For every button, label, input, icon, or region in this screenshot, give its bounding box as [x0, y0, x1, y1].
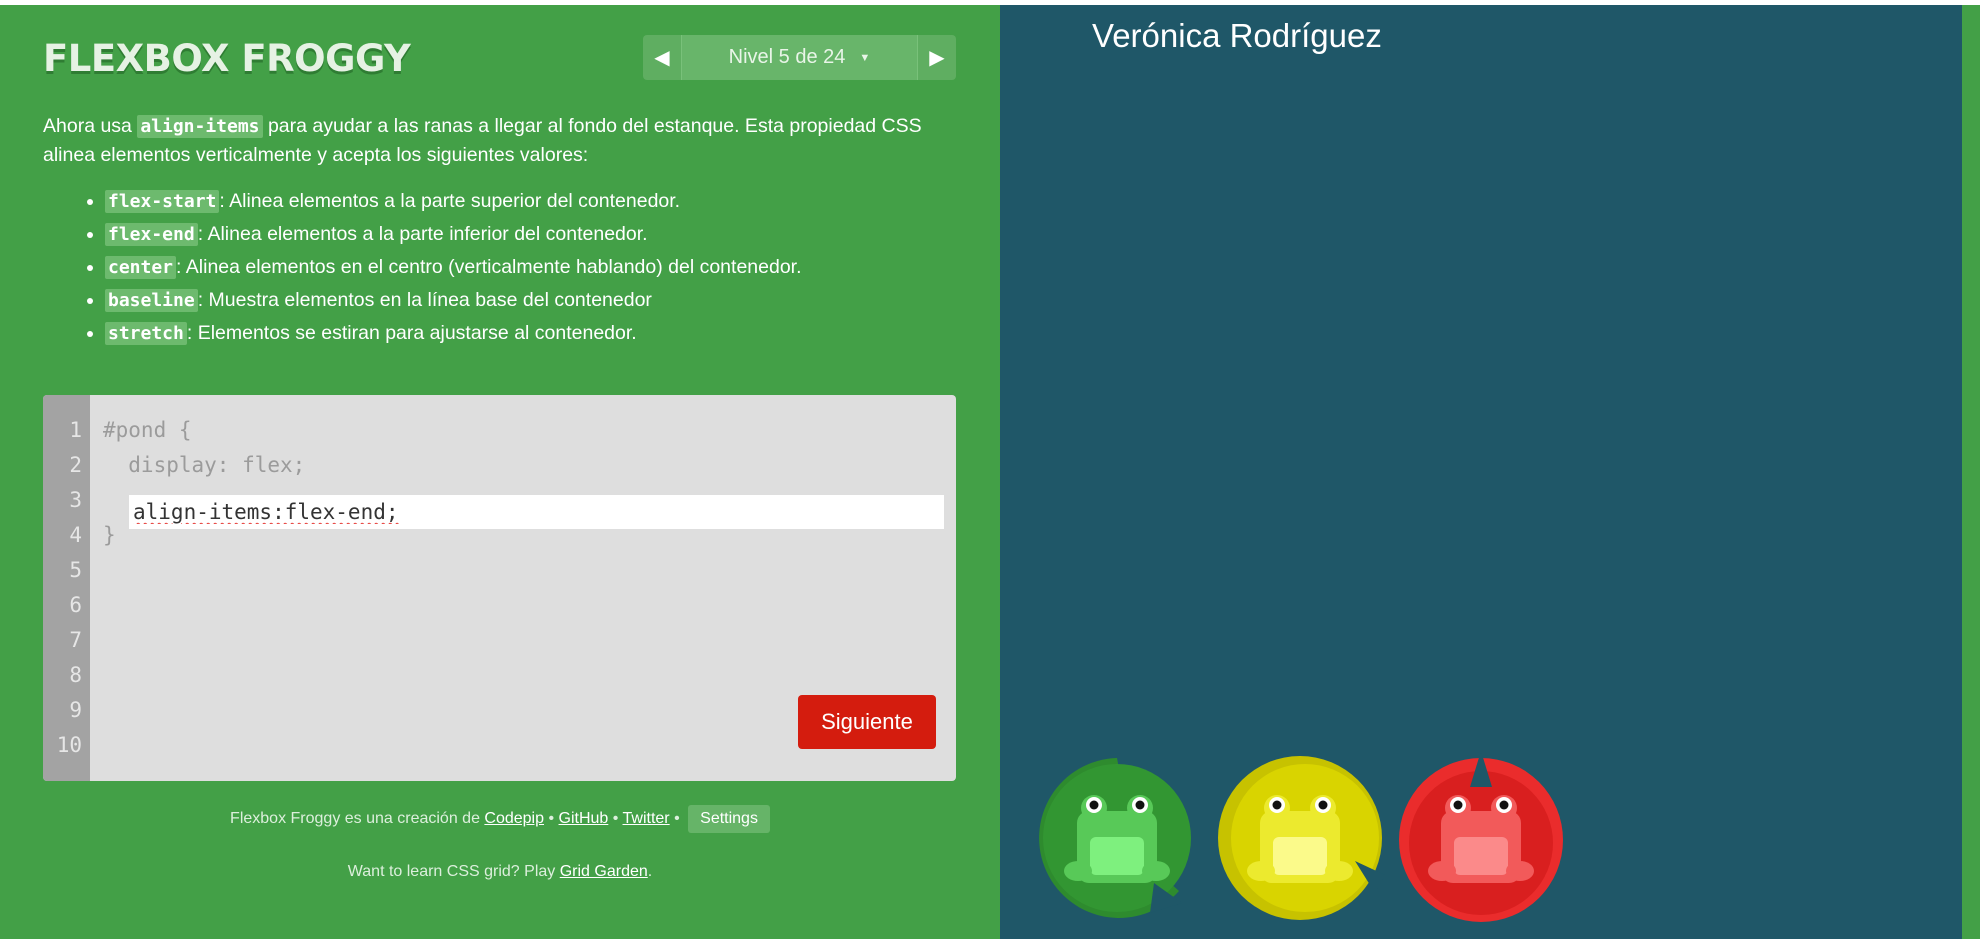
value-code: stretch — [105, 322, 187, 345]
level-navigation: ◀ Nivel 5 de 24 ▼ ▶ — [643, 35, 956, 80]
separator: • — [544, 810, 559, 827]
line-number: 4 — [69, 523, 82, 547]
previous-level-button[interactable]: ◀ — [643, 35, 682, 80]
code-area: #pond { display: flex; } — [103, 413, 944, 553]
code-line-display: display: flex; — [103, 453, 306, 477]
yellow-frog-lilypad — [1218, 756, 1385, 920]
credits-text: Flexbox Froggy es una creación de — [230, 810, 485, 827]
github-link[interactable]: GitHub — [559, 810, 609, 827]
value-description: : Muestra elementos en la línea base del… — [197, 289, 652, 311]
sidebar: FLEXBOX FROGGY ◀ Nivel 5 de 24 ▼ ▶ Ahora… — [0, 5, 1000, 939]
grid-garden-link[interactable]: Grid Garden — [560, 863, 648, 880]
window-edge — [1962, 5, 1980, 939]
grid-garden-suffix: . — [647, 863, 653, 880]
red-frog-lilypad — [1399, 753, 1563, 922]
separator: • — [608, 810, 623, 827]
dropdown-caret-icon: ▼ — [859, 51, 871, 64]
app-window: FLEXBOX FROGGY ◀ Nivel 5 de 24 ▼ ▶ Ahora… — [0, 5, 1980, 939]
value-description: : Alinea elementos en el centro (vertica… — [176, 256, 802, 278]
value-code: flex-start — [105, 190, 220, 213]
triangle-right-icon: ▶ — [929, 47, 945, 69]
list-item: center: Alinea elementos en el centro (v… — [105, 251, 963, 284]
line-number: 7 — [69, 628, 82, 652]
separator: • — [669, 810, 685, 827]
property-code: align-items — [137, 115, 263, 138]
footer-grid-garden: Want to learn CSS grid? Play Grid Garden… — [0, 863, 1000, 881]
list-item: flex-end: Alinea elementos a la parte in… — [105, 218, 963, 251]
level-selector[interactable]: Nivel 5 de 24 ▼ — [682, 35, 917, 80]
code-input-row — [129, 495, 944, 529]
line-number: 3 — [69, 488, 82, 512]
value-description: : Alinea elementos a la parte superior d… — [219, 190, 681, 212]
list-item: stretch: Elementos se estiran para ajust… — [105, 317, 963, 350]
twitter-link[interactable]: Twitter — [623, 810, 670, 827]
value-code: center — [105, 256, 177, 279]
list-item: baseline: Muestra elementos en la línea … — [105, 284, 963, 317]
value-code: baseline — [105, 289, 198, 312]
code-line-selector: #pond { — [103, 418, 192, 442]
values-list: flex-start: Alinea elementos a la parte … — [43, 185, 963, 350]
author-name: Verónica Rodríguez — [1092, 17, 1382, 54]
line-number-gutter: 1 2 3 4 5 6 7 8 9 10 — [43, 395, 90, 781]
value-code: flex-end — [105, 223, 198, 246]
value-description: : Alinea elementos a la parte inferior d… — [197, 223, 648, 245]
green-frog-lilypad — [1039, 758, 1191, 918]
instructions-intro: Ahora usa align-items para ayudar a las … — [43, 112, 963, 169]
codepip-link[interactable]: Codepip — [484, 810, 544, 827]
line-number: 1 — [69, 418, 82, 442]
instructions: Ahora usa align-items para ayudar a las … — [43, 112, 963, 350]
line-number: 5 — [69, 558, 82, 582]
app-logo: FLEXBOX FROGGY — [43, 37, 411, 80]
css-code-input[interactable] — [129, 495, 944, 529]
value-description: : Elementos se estiran para ajustarse al… — [186, 322, 637, 344]
triangle-left-icon: ◀ — [654, 47, 670, 69]
code-editor: 1 2 3 4 5 6 7 8 9 10 #pond { display: fl… — [43, 395, 956, 781]
line-number: 8 — [69, 663, 82, 687]
list-item: flex-start: Alinea elementos a la parte … — [105, 185, 963, 218]
line-number: 6 — [69, 593, 82, 617]
line-number: 9 — [69, 698, 82, 722]
next-level-button[interactable]: ▶ — [917, 35, 956, 80]
intro-text-start: Ahora usa — [43, 115, 138, 137]
pond: Verónica Rodríguez — [1000, 5, 1962, 939]
level-label: Nivel 5 de 24 — [728, 46, 846, 68]
grid-garden-text: Want to learn CSS grid? Play — [347, 863, 560, 880]
footer-credits: Flexbox Froggy es una creación de Codepi… — [0, 805, 1000, 833]
line-number: 2 — [69, 453, 82, 477]
settings-button[interactable]: Settings — [688, 805, 770, 833]
line-number: 10 — [56, 733, 82, 757]
next-button[interactable]: Siguiente — [798, 695, 936, 749]
